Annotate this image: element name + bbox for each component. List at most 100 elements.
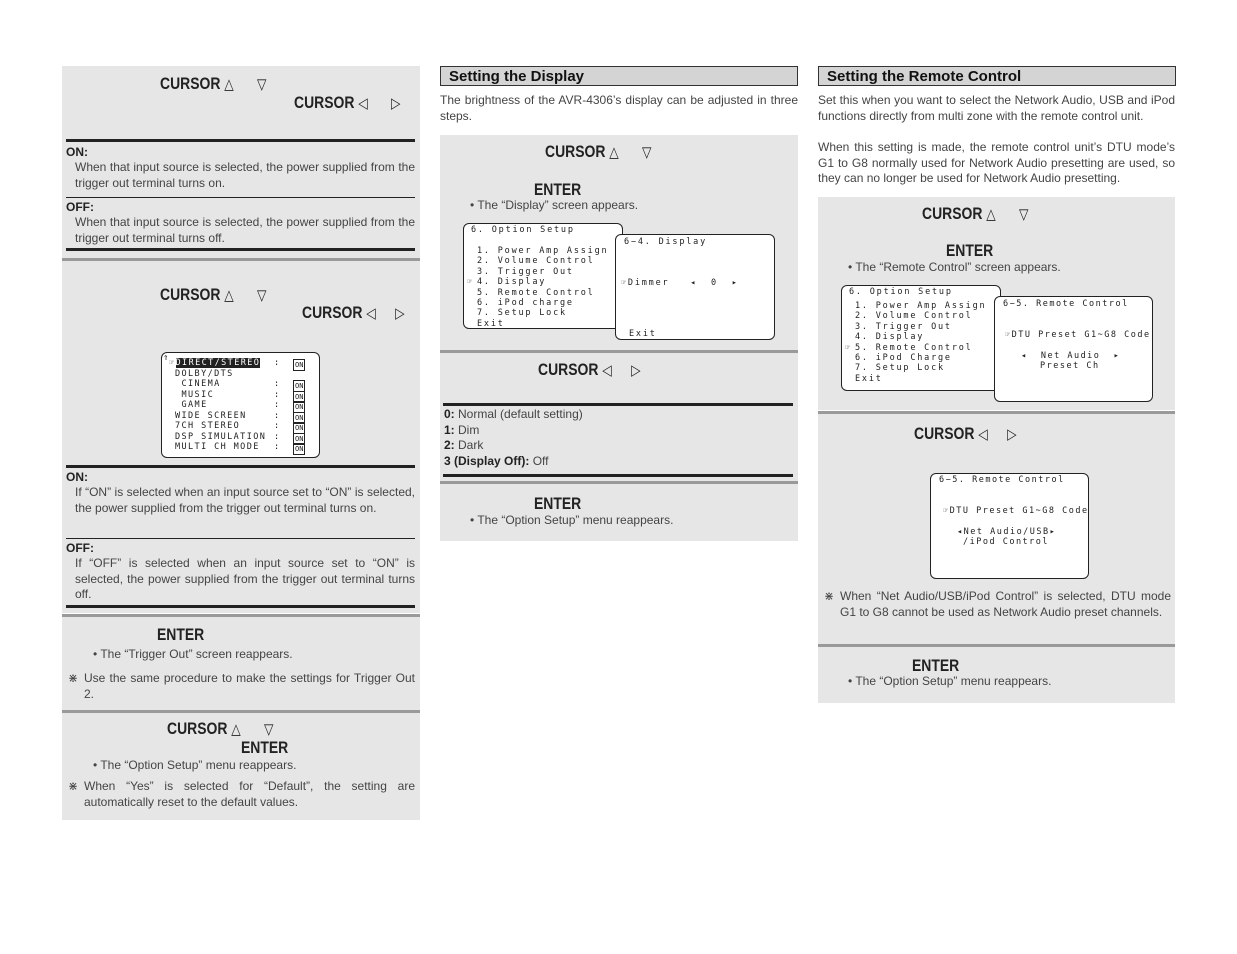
menu-title: 6. Option Setup: [849, 287, 953, 297]
osd-row-label: 7CH STEREO: [175, 421, 241, 431]
option-key: 0:: [444, 407, 455, 421]
result-bullet: • The “Option Setup” menu reappears.: [848, 674, 1052, 688]
divider: [66, 248, 415, 251]
menu-item: 2. Volume Control: [477, 256, 595, 267]
menu-item: Exit: [855, 373, 883, 384]
option-description: Off: [532, 453, 549, 468]
note-text: When “Yes” is selected for “Default”, th…: [84, 779, 415, 809]
divider: [443, 403, 793, 406]
divider: [443, 474, 793, 477]
dimmer-option: 2: Dark: [444, 438, 583, 454]
dtu-preset-setting: ☞DTU Preset G1~G8 Code: [943, 506, 1089, 516]
menu-item: 1. Power Amp Assign: [477, 246, 609, 256]
osd-row-label: MUSIC: [175, 389, 215, 400]
cursor-up-down-instruction: CURSOR △ ▽: [160, 285, 267, 304]
osd-row-colon: :: [274, 389, 281, 400]
divider: [66, 605, 415, 608]
cursor-left-right-instruction: CURSOR ◁ ▷: [538, 360, 641, 379]
menu-item: 3. Trigger Out: [855, 321, 952, 332]
osd-row-label: DOLBY/DTS: [175, 368, 234, 379]
enter-instruction: ENTER: [157, 625, 205, 644]
menu-item: 2. Volume Control: [855, 311, 973, 322]
option-setup-osd-menu: 6. Option Setup 1. Power Amp Assign 2. Vol…: [463, 223, 623, 329]
back-icon: ⇑: [163, 353, 169, 363]
menu-item: 7. Setup Lock: [477, 308, 567, 319]
menu-item: 1. Power Amp Assign: [855, 301, 987, 311]
osd-row-value: ON: [293, 443, 306, 455]
osd-row-colon: :: [274, 400, 281, 410]
osd-row-colon: :: [274, 421, 281, 431]
cursor-up-down-instruction: CURSOR △ ▽: [160, 74, 267, 93]
screen-title: 6−5. Remote Control: [939, 475, 1065, 485]
osd-row-colon: :: [274, 358, 281, 368]
selected-row-highlight: DIRECT/STEREO: [175, 358, 261, 368]
exit-item: Exit: [629, 329, 657, 339]
menu-item: 7. Setup Lock: [855, 363, 945, 374]
enter-instruction: ENTER: [534, 494, 582, 513]
remote-control-osd-screen: 6−5. Remote Control ☞DTU Preset G1~G8 Co…: [994, 296, 1153, 402]
selection-pointer-icon: ☞: [845, 342, 851, 353]
option-key: 2:: [444, 438, 455, 452]
result-bullet: • The “Remote Control” screen appears.: [848, 260, 1061, 274]
enter-instruction: ENTER: [912, 656, 960, 675]
cursor-left-right-instruction: CURSOR ◁ ▷: [294, 93, 401, 112]
setting-value: ◂Net Audio/USB▸: [957, 527, 1057, 537]
osd-row-colon: :: [274, 431, 281, 442]
osd-row-colon: :: [274, 410, 281, 421]
dtu-preset-setting: ☞DTU Preset G1~G8 Code: [1005, 330, 1151, 340]
menu-item: 6. iPod charge: [477, 298, 574, 308]
option-description: Dim: [458, 422, 480, 437]
menu-item: Exit: [477, 318, 505, 329]
osd-row-colon: :: [274, 379, 281, 389]
option-setup-osd-menu: 6. Option Setup 1. Power Amp Assign 2. Vol…: [841, 285, 1001, 391]
option-key: 3 (Display Off):: [444, 453, 530, 468]
divider: [66, 465, 415, 468]
osd-row-colon: :: [274, 442, 281, 452]
on-label: ON:: [66, 145, 88, 159]
enter-instruction: ENTER: [946, 241, 994, 260]
section-heading: Setting the Display: [440, 66, 798, 86]
manual-page: CURSOR △ ▽ CURSOR ◁ ▷ ON: When that inpu…: [0, 0, 1237, 954]
trigger-out-osd-screen: ⇑ ☞DIRECT/STEREO: ON DOLBY/DTS CINEMA: ON M…: [161, 352, 320, 458]
menu-item: 6. iPod Charge: [855, 353, 952, 363]
menu-item-selected: 5. Remote Control: [855, 342, 973, 353]
off-description: If “OFF” is selected when an input sourc…: [75, 556, 415, 601]
dimmer-option: 3 (Display Off): Off: [444, 454, 583, 470]
off-label: OFF:: [66, 200, 94, 214]
note-icon: ⋇: [68, 779, 79, 793]
menu-item: 4. Display: [855, 332, 925, 343]
menu-item: 3. Trigger Out: [477, 266, 574, 277]
section-heading: Setting the Remote Control: [818, 66, 1176, 86]
intro-text: Set this when you want to select the Net…: [818, 93, 1175, 123]
option-key: 1:: [444, 422, 455, 437]
osd-row-label: MULTI CH MODE: [175, 442, 260, 452]
osd-row-label: WIDE SCREEN: [175, 410, 247, 421]
intro-text: The brightness of the AVR-4306’s display…: [440, 93, 798, 123]
osd-row-label: GAME: [175, 400, 208, 410]
selection-pointer-icon: ☞: [467, 277, 473, 288]
osd-row-label: CINEMA: [175, 379, 221, 389]
menu-item: 5. Remote Control: [477, 287, 595, 298]
dimmer-option: 0: Normal (default setting): [444, 407, 583, 423]
result-bullet: • The “Option Setup” menu reappears.: [93, 758, 297, 772]
result-bullet: • The “Option Setup” menu reappears.: [470, 513, 674, 527]
on-description: If “ON” is selected when an input source…: [75, 485, 415, 515]
divider: [66, 139, 415, 142]
intro-text: When this setting is made, the remote co…: [818, 140, 1175, 185]
note-icon: ⋇: [68, 671, 79, 685]
on-description: When that input source is selected, the …: [75, 160, 415, 190]
off-description: When that input source is selected, the …: [75, 215, 415, 245]
option-description: Dark: [458, 438, 484, 452]
note-text: Use the same procedure to make the setti…: [84, 671, 415, 701]
note-icon: ⋇: [824, 589, 835, 603]
enter-instruction: ENTER: [241, 738, 289, 757]
option-description: Normal (default setting): [458, 407, 583, 421]
cursor-up-down-instruction: CURSOR △ ▽: [922, 204, 1029, 223]
setting-value-line2: Preset Ch: [1040, 361, 1100, 371]
screen-title: 6−4. Display: [624, 237, 708, 247]
osd-row-label: DSP SIMULATION: [175, 431, 267, 442]
result-bullet: • The “Trigger Out” screen reappears.: [93, 647, 293, 661]
result-bullet: • The “Display” screen appears.: [470, 198, 639, 212]
osd-row-value: ON: [293, 359, 306, 371]
enter-instruction: ENTER: [534, 180, 582, 199]
